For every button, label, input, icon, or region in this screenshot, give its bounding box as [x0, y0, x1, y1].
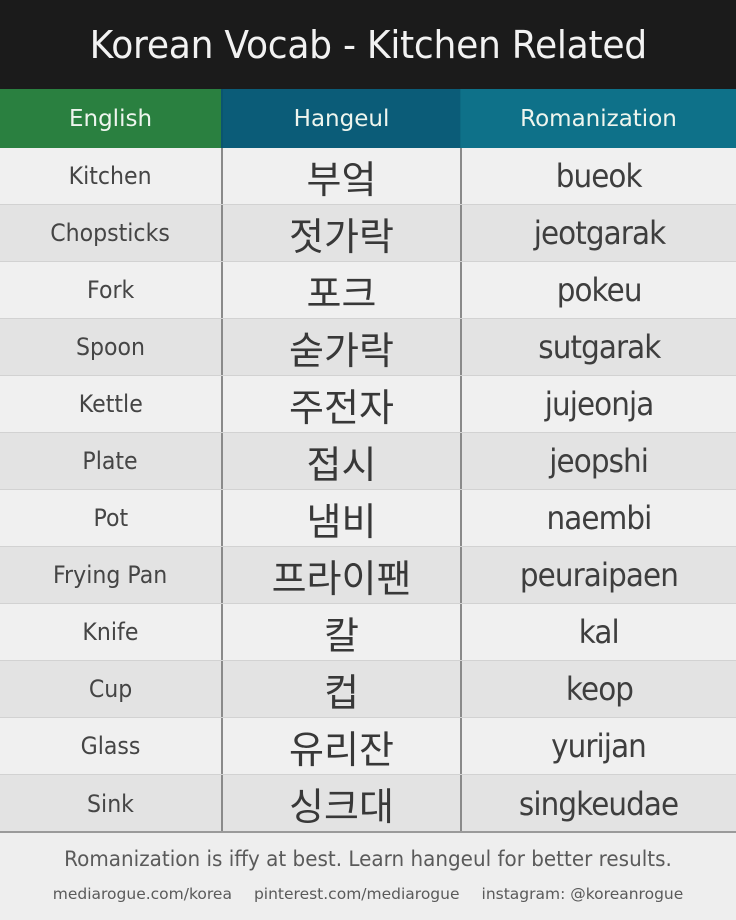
english-cell: Pot [0, 490, 221, 546]
english-word: Kitchen [68, 162, 152, 190]
hangeul-word: 프라이팬 [271, 556, 412, 601]
romanization-cell: pokeu [460, 262, 736, 318]
column-header-romanization: Romanization [460, 89, 736, 148]
hangeul-cell: 숟가락 [221, 319, 460, 375]
table-row: Chopsticks 젓가락 jeotgarak [0, 205, 736, 262]
vocab-table: English Hangeul Romanization Kitchen 부엌 … [0, 89, 736, 832]
english-cell: Chopsticks [0, 205, 221, 261]
english-word: Pot [93, 504, 128, 532]
english-cell: Fork [0, 262, 221, 318]
instagram-link[interactable]: instagram: @koreanrogue [482, 885, 684, 903]
hangeul-word: 냄비 [306, 499, 377, 544]
english-word: Spoon [75, 333, 146, 361]
hangeul-word: 칼 [324, 613, 359, 658]
hangeul-word: 부엌 [306, 157, 377, 202]
romanization-cell: jeotgarak [460, 205, 736, 261]
english-cell: Kettle [0, 376, 221, 432]
table-row: Spoon 숟가락 sutgarak [0, 319, 736, 376]
romanization-cell: peuraipaen [460, 547, 736, 603]
hangeul-cell: 포크 [221, 262, 460, 318]
romanization-cell: keop [460, 661, 736, 717]
romanization-word: keop [565, 670, 633, 708]
english-cell: Kitchen [0, 148, 221, 204]
page-title: Korean Vocab - Kitchen Related [89, 22, 647, 67]
romanization-word: jeopshi [549, 442, 650, 480]
english-word: Glass [80, 732, 141, 760]
romanization-word: jujeonja [544, 385, 655, 423]
english-word: Kettle [78, 390, 143, 418]
romanization-word: peuraipaen [519, 556, 679, 594]
romanization-word: singkeudae [519, 784, 679, 823]
hangeul-cell: 젓가락 [221, 205, 460, 261]
hangeul-word: 싱크대 [289, 785, 394, 829]
romanization-cell: naembi [460, 490, 736, 546]
hangeul-cell: 컵 [221, 661, 460, 717]
romanization-cell: yurijan [460, 718, 736, 774]
romanization-cell: bueok [460, 148, 736, 204]
hangeul-word: 유리잔 [289, 727, 394, 772]
english-cell: Cup [0, 661, 221, 717]
hangeul-word: 컵 [324, 670, 359, 715]
romanization-cell: singkeudae [460, 775, 736, 832]
hangeul-cell: 주전자 [221, 376, 460, 432]
hangeul-word: 젓가락 [289, 214, 394, 259]
english-word: Knife [82, 618, 139, 646]
hangeul-cell: 칼 [221, 604, 460, 660]
hangeul-cell: 접시 [221, 433, 460, 489]
hangeul-cell: 냄비 [221, 490, 460, 546]
column-header-hangeul: Hangeul [221, 89, 460, 148]
table-header-row: English Hangeul Romanization [0, 89, 736, 148]
website-link[interactable]: mediarogue.com/korea [53, 885, 232, 903]
english-word: Fork [86, 276, 135, 304]
english-cell: Sink [0, 775, 221, 832]
english-word: Sink [87, 789, 134, 818]
romanization-word: bueok [556, 157, 643, 195]
table-row: Fork 포크 pokeu [0, 262, 736, 319]
english-cell: Glass [0, 718, 221, 774]
pinterest-link[interactable]: pinterest.com/mediarogue [254, 885, 460, 903]
english-cell: Spoon [0, 319, 221, 375]
title-bar: Korean Vocab - Kitchen Related [0, 0, 736, 89]
table-row: Sink 싱크대 singkeudae [0, 775, 736, 832]
footer: Romanization is iffy at best. Learn hang… [0, 831, 736, 920]
english-word: Plate [82, 447, 139, 475]
romanization-cell: jeopshi [460, 433, 736, 489]
table-row: Frying Pan 프라이팬 peuraipaen [0, 547, 736, 604]
romanization-word: kal [579, 613, 620, 651]
table-row: Plate 접시 jeopshi [0, 433, 736, 490]
romanization-cell: jujeonja [460, 376, 736, 432]
footer-note: Romanization is iffy at best. Learn hang… [64, 847, 672, 871]
romanization-cell: kal [460, 604, 736, 660]
hangeul-word: 숟가락 [289, 328, 394, 373]
english-cell: Plate [0, 433, 221, 489]
english-cell: Frying Pan [0, 547, 221, 603]
hangeul-word: 접시 [306, 442, 377, 487]
romanization-word: jeotgarak [533, 214, 665, 252]
english-word: Cup [88, 675, 133, 703]
romanization-cell: sutgarak [460, 319, 736, 375]
hangeul-cell: 유리잔 [221, 718, 460, 774]
hangeul-word: 포크 [306, 271, 377, 316]
english-word: Chopsticks [50, 219, 171, 247]
table-row: Cup 컵 keop [0, 661, 736, 718]
table-row: Kitchen 부엌 bueok [0, 148, 736, 205]
hangeul-cell: 프라이팬 [221, 547, 460, 603]
english-cell: Knife [0, 604, 221, 660]
table-row: Pot 냄비 naembi [0, 490, 736, 547]
romanization-word: naembi [546, 499, 653, 537]
romanization-word: sutgarak [537, 328, 661, 366]
table-row: Knife 칼 kal [0, 604, 736, 661]
hangeul-cell: 싱크대 [221, 775, 460, 832]
hangeul-word: 주전자 [289, 385, 394, 430]
hangeul-cell: 부엌 [221, 148, 460, 204]
romanization-word: pokeu [556, 271, 643, 309]
table-row: Glass 유리잔 yurijan [0, 718, 736, 775]
footer-links: mediarogue.com/korea pinterest.com/media… [0, 885, 736, 903]
column-header-english: English [0, 89, 221, 148]
table-row: Kettle 주전자 jujeonja [0, 376, 736, 433]
romanization-word: yurijan [551, 727, 648, 765]
english-word: Frying Pan [53, 561, 168, 589]
